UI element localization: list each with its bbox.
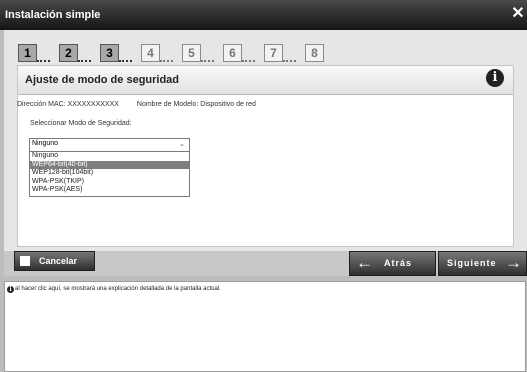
- option-ninguno[interactable]: Ninguno: [30, 152, 189, 161]
- security-mode-dropdown: Ninguno WEP64-bit(40-bit) WEP128-bit(104…: [29, 151, 190, 197]
- nav-bar: Cancelar ← Atrás Siguiente →: [4, 251, 527, 276]
- stop-icon: [20, 256, 30, 266]
- arrow-right-icon: →: [505, 253, 522, 272]
- info-icon[interactable]: i: [486, 69, 504, 87]
- next-button[interactable]: Siguiente →: [438, 251, 527, 276]
- option-wep64[interactable]: WEP64-bit(40-bit): [30, 160, 189, 170]
- step-dots: [283, 55, 296, 62]
- card-header: Ajuste de modo de seguridad i: [18, 66, 513, 95]
- step-dots: [37, 55, 50, 62]
- mac-address: Dirección MAC: XXXXXXXXXXX: [17, 101, 119, 108]
- option-wpa-tkip[interactable]: WPA-PSK(TKIP): [30, 178, 189, 187]
- step-number: 8: [305, 44, 324, 62]
- window-title: Instalación simple: [5, 9, 101, 21]
- model-name: Nombre de Modelo: Dispositivo de red: [136, 101, 256, 108]
- select-value: Ninguno: [32, 140, 59, 147]
- step-dots: [78, 55, 91, 62]
- arrow-left-icon: ←: [356, 253, 373, 272]
- help-text: al hacer clic aquí, se mostrará una expl…: [15, 286, 221, 292]
- close-icon[interactable]: ✕: [511, 6, 525, 22]
- title-bar: Instalación simple ✕: [0, 0, 527, 30]
- cancel-button[interactable]: Cancelar: [14, 251, 95, 271]
- step-number: 2: [59, 44, 78, 62]
- cancel-label: Cancelar: [39, 256, 78, 266]
- device-info: Dirección MAC: XXXXXXXXXXX Nombre de Mod…: [17, 101, 272, 108]
- help-panel[interactable]: i al hacer clic aquí, se mostrará una ex…: [4, 281, 526, 372]
- step-number: 1: [18, 44, 37, 62]
- chevron-down-icon[interactable]: ⌄: [179, 140, 187, 148]
- option-wep128[interactable]: WEP128-bit(104bit): [30, 169, 189, 178]
- page-title: Ajuste de modo de seguridad: [25, 74, 180, 86]
- step-number: 3: [100, 44, 119, 62]
- step-number: 4: [141, 44, 160, 62]
- step-number: 7: [264, 44, 283, 62]
- step-number: 6: [223, 44, 242, 62]
- next-label: Siguiente: [447, 258, 497, 268]
- option-wpa-aes[interactable]: WPA-PSK(AES): [30, 186, 189, 195]
- back-label: Atrás: [384, 258, 413, 268]
- security-mode-select[interactable]: Ninguno ⌄: [29, 138, 190, 152]
- step-dots: [201, 55, 214, 62]
- back-button[interactable]: ← Atrás: [349, 251, 436, 276]
- step-dots: [160, 55, 173, 62]
- step-dots: [119, 55, 132, 62]
- info-icon: i: [7, 286, 14, 293]
- step-number: 5: [182, 44, 201, 62]
- security-mode-label: Seleccionar Modo de Seguridad:: [30, 120, 132, 127]
- step-dots: [242, 55, 255, 62]
